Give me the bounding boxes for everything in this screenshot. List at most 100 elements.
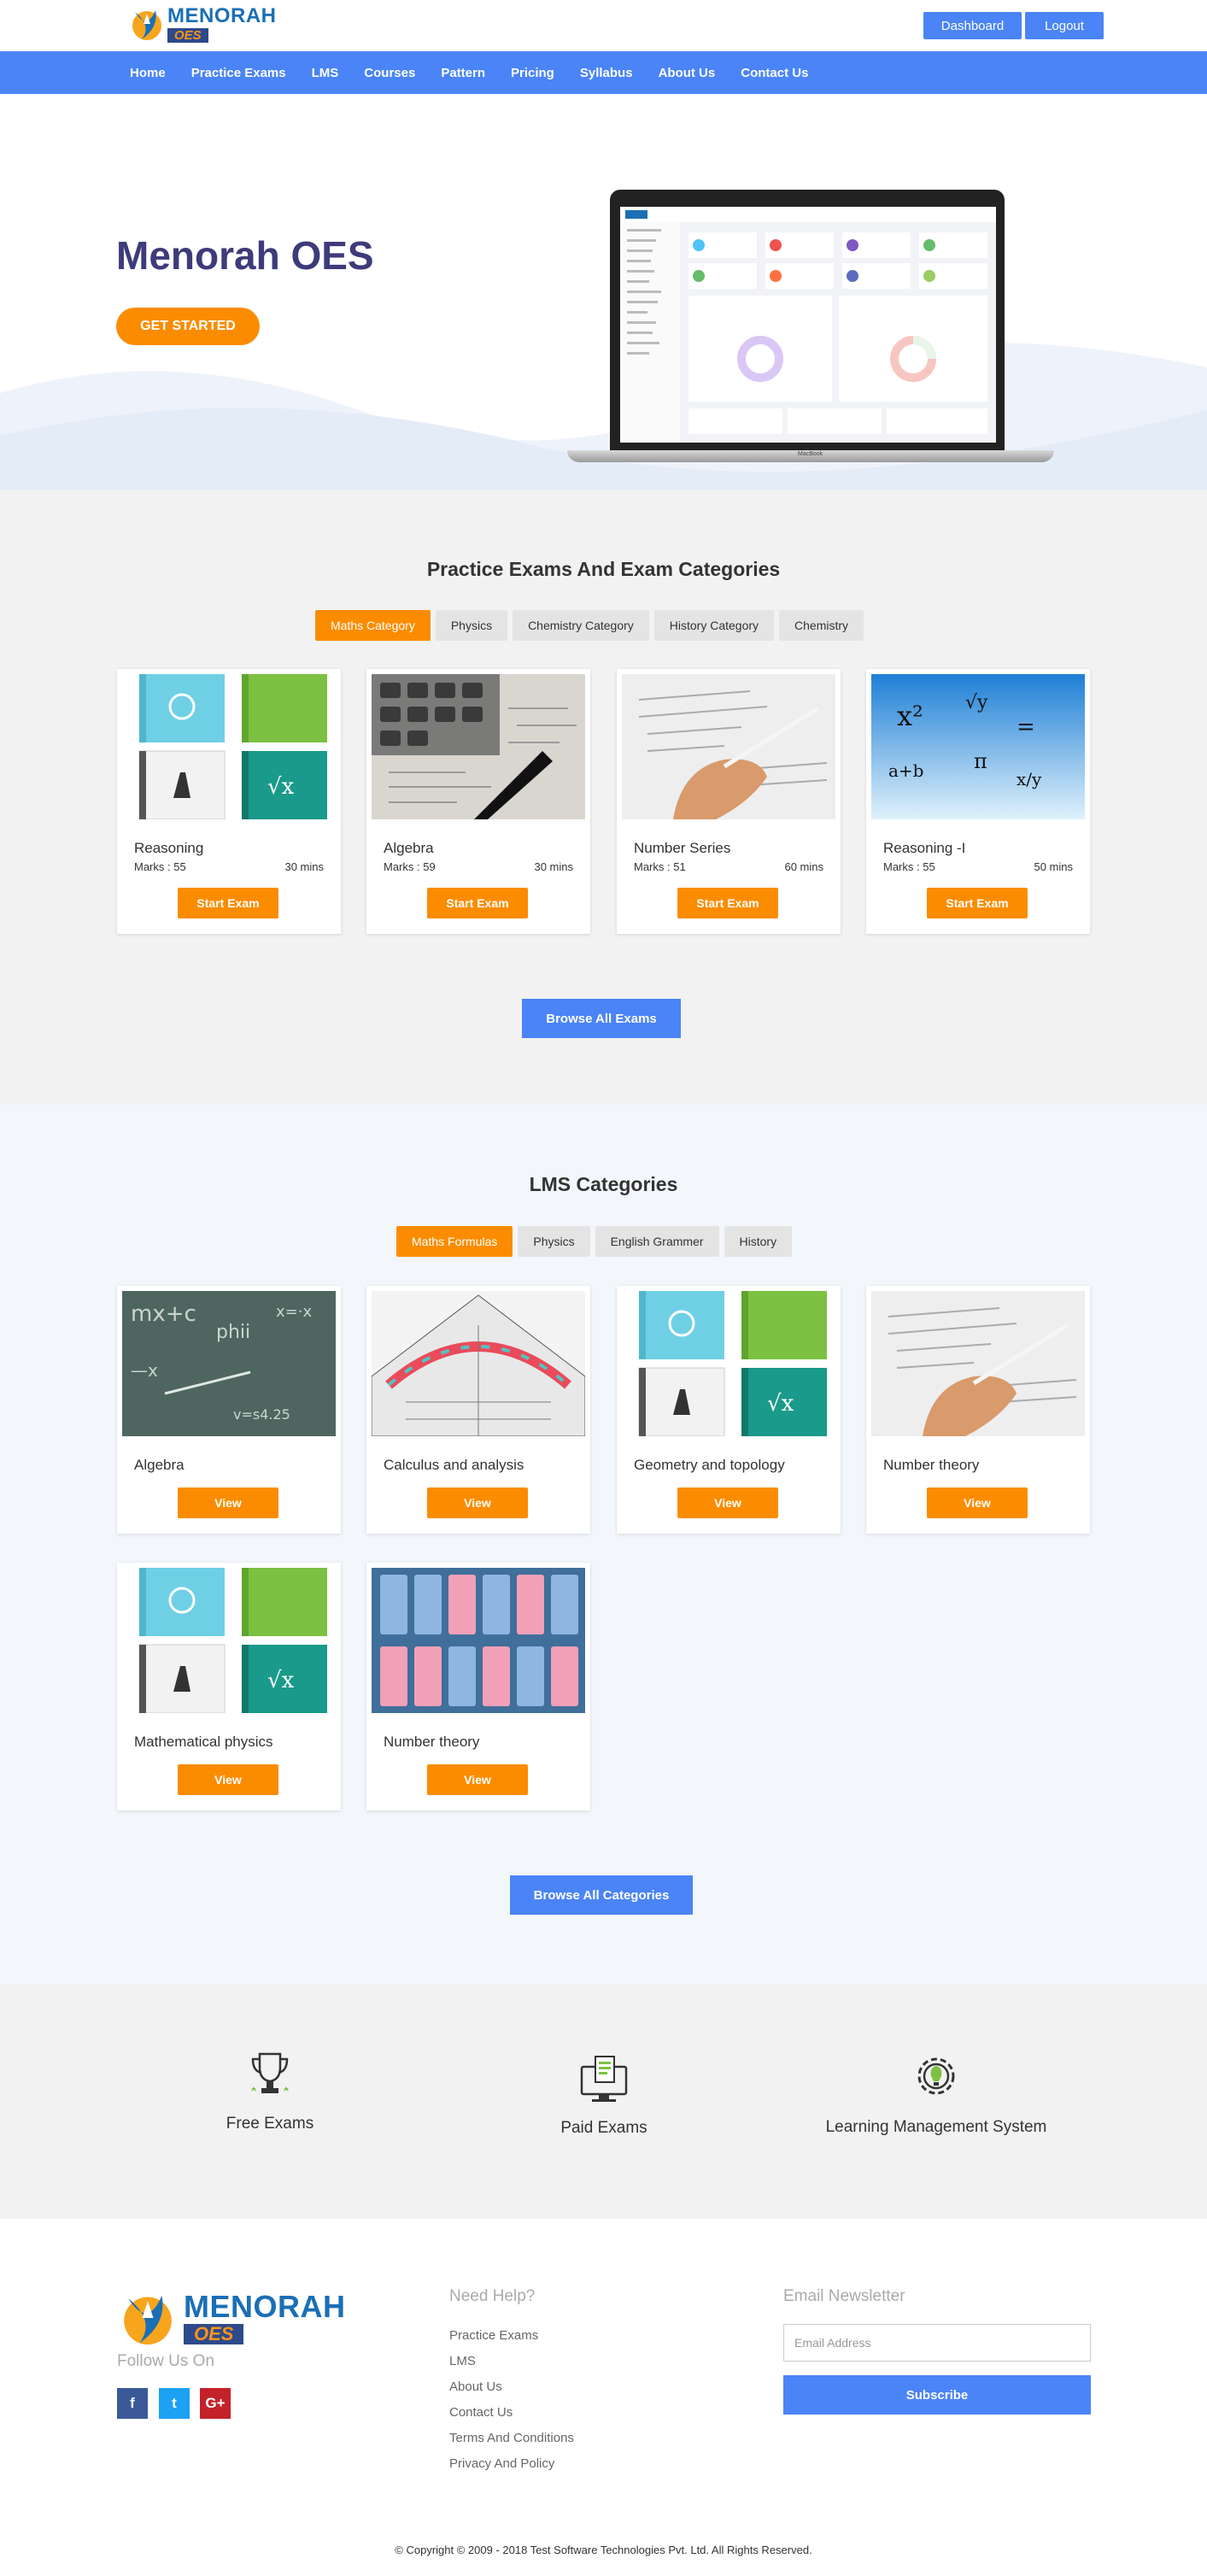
svg-text:a+b: a+b — [888, 760, 923, 781]
svg-text:x²: x² — [897, 700, 923, 732]
tab-history-category[interactable]: History Category — [653, 610, 775, 641]
tab-english-grammer[interactable]: English Grammer — [595, 1226, 719, 1257]
brand-logo[interactable]: MENORAH OES — [130, 5, 277, 43]
svg-text:π: π — [974, 749, 987, 773]
calculator-photo — [372, 674, 585, 819]
tab-chemistry[interactable]: Chemistry — [779, 610, 864, 641]
google-plus-icon[interactable]: G+ — [200, 2388, 231, 2419]
lms-title: Number theory — [384, 1734, 480, 1750]
footer-link-privacy[interactable]: Privacy And Policy — [449, 2456, 554, 2471]
dashboard-screenshot — [620, 207, 996, 443]
browse-all-categories-button[interactable]: Browse All Categories — [510, 1875, 693, 1915]
lms-card: mx+c phii x=·x —x v=s4.25 Algebra View — [117, 1286, 341, 1534]
hero-title: Menorah OES — [116, 233, 374, 278]
view-button[interactable]: View — [178, 1488, 278, 1518]
logout-button[interactable]: Logout — [1025, 12, 1104, 39]
footer-link-terms[interactable]: Terms And Conditions — [449, 2431, 574, 2445]
exam-card: Algebra Marks : 59 30 mins Start Exam — [366, 669, 590, 934]
math-formulas-photo: x² √y = a+b π x/y — [871, 674, 1085, 819]
feature-label: Paid Exams — [560, 2119, 647, 2137]
feature-paid-exams: Paid Exams — [476, 2053, 732, 2138]
get-started-button[interactable]: GET STARTED — [116, 308, 260, 345]
nav-item-lms[interactable]: LMS — [312, 66, 339, 80]
start-exam-button[interactable]: Start Exam — [178, 888, 278, 918]
browse-all-exams-button[interactable]: Browse All Exams — [522, 999, 681, 1038]
lms-categories-section: LMS Categories Maths Formulas Physics En… — [0, 1105, 1207, 1985]
nav-item-pricing[interactable]: Pricing — [511, 66, 554, 80]
svg-text:phii: phii — [216, 1322, 250, 1343]
exam-title: Algebra — [384, 840, 434, 856]
view-button[interactable]: View — [927, 1488, 1028, 1518]
start-exam-button[interactable]: Start Exam — [427, 888, 528, 918]
svg-text:x/y: x/y — [1017, 769, 1042, 789]
subscribe-button[interactable]: Subscribe — [783, 2375, 1091, 2415]
tab-maths-formulas[interactable]: Maths Formulas — [396, 1226, 513, 1257]
laptop-brand-label: MacBook — [798, 451, 823, 457]
hand-writing-photo — [871, 1291, 1085, 1436]
email-field[interactable] — [783, 2324, 1091, 2362]
features-section: Free Exams Paid Exams Learning Managemen… — [0, 1985, 1207, 2219]
tab-maths-category[interactable]: Maths Category — [315, 610, 431, 641]
lms-title: Algebra — [134, 1457, 185, 1473]
feature-label: Free Exams — [226, 2115, 314, 2133]
svg-text:—x: —x — [131, 1360, 158, 1381]
brand-tag: OES — [184, 2324, 244, 2344]
svg-text:√x: √x — [767, 1391, 794, 1417]
need-help-title: Need Help? — [449, 2287, 536, 2305]
svg-text:mx+c: mx+c — [131, 1301, 196, 1327]
view-button[interactable]: View — [427, 1488, 528, 1518]
chalkboard-photo: mx+c phii x=·x —x v=s4.25 — [122, 1291, 336, 1436]
start-exam-button[interactable]: Start Exam — [677, 888, 778, 918]
footer-link-contact-us[interactable]: Contact Us — [449, 2405, 513, 2420]
hero-section: Menorah OES GET STARTED MacBook — [0, 94, 1207, 490]
tab-chemistry-category[interactable]: Chemistry Category — [513, 610, 649, 641]
brand-tag: OES — [167, 27, 208, 43]
footer-link-about-us[interactable]: About Us — [449, 2379, 502, 2394]
nav-item-practice-exams[interactable]: Practice Exams — [191, 66, 286, 80]
exam-duration: 50 mins — [1034, 860, 1073, 873]
lms-card: √x Mathematical physics View — [117, 1563, 341, 1810]
start-exam-button[interactable]: Start Exam — [927, 888, 1028, 918]
exam-title: Number Series — [634, 840, 731, 856]
footer: MENORAH OES Follow Us On f t G+ Need Hel… — [0, 2219, 1207, 2576]
copyright-text: © Copyright © 2009 - 2018 Test Software … — [395, 2544, 812, 2556]
nav-item-pattern[interactable]: Pattern — [441, 66, 485, 80]
practice-section-title: Practice Exams And Exam Categories — [426, 558, 781, 580]
tab-physics[interactable]: Physics — [435, 610, 508, 641]
laptop-dashboard-image: MacBook — [567, 190, 1054, 467]
exam-duration: 60 mins — [784, 860, 823, 873]
nav-item-contact-us[interactable]: Contact Us — [741, 66, 808, 80]
tab-physics[interactable]: Physics — [518, 1226, 590, 1257]
twitter-icon[interactable]: t — [159, 2388, 190, 2419]
footer-brand-logo[interactable]: MENORAH OES — [117, 2287, 346, 2349]
gear-bulb-icon — [917, 2057, 955, 2095]
facebook-icon[interactable]: f — [117, 2388, 148, 2419]
brand-name: MENORAH — [167, 3, 277, 27]
nav-item-syllabus[interactable]: Syllabus — [580, 66, 633, 80]
nav-item-courses[interactable]: Courses — [364, 66, 415, 80]
exam-card: x² √y = a+b π x/y Reasoning -I Marks : 55 5… — [866, 669, 1090, 934]
view-button[interactable]: View — [427, 1764, 528, 1795]
exam-card: √x Reasoning Marks : 55 30 mins Start Ex… — [117, 669, 341, 934]
view-button[interactable]: View — [677, 1488, 778, 1518]
lms-card: Calculus and analysis View — [366, 1286, 590, 1534]
svg-text:v=s4.25: v=s4.25 — [233, 1406, 290, 1423]
dashboard-button[interactable]: Dashboard — [923, 12, 1022, 39]
lms-title: Calculus and analysis — [384, 1457, 524, 1473]
exam-marks: Marks : 55 — [883, 860, 935, 873]
practice-exams-section: Practice Exams And Exam Categories Maths… — [0, 490, 1207, 1105]
multiplication-tables-photo — [372, 1568, 585, 1713]
top-bar: MENORAH OES Dashboard Logout — [0, 0, 1207, 51]
lms-card: √x Geometry and topology View — [617, 1286, 841, 1534]
feature-label: Learning Management System — [825, 2118, 1047, 2136]
nav-item-about-us[interactable]: About Us — [659, 66, 716, 80]
footer-link-practice-exams[interactable]: Practice Exams — [449, 2328, 538, 2343]
view-button[interactable]: View — [178, 1764, 278, 1795]
practice-category-tabs: Maths Category Physics Chemistry Categor… — [315, 610, 869, 641]
tab-history[interactable]: History — [724, 1226, 793, 1257]
svg-text:√x: √x — [267, 774, 295, 800]
nav-item-home[interactable]: Home — [130, 66, 166, 80]
books-collage-icon: √x — [622, 1291, 835, 1436]
main-nav: Home Practice Exams LMS Courses Pattern … — [0, 51, 1207, 94]
footer-link-lms[interactable]: LMS — [449, 2354, 476, 2368]
